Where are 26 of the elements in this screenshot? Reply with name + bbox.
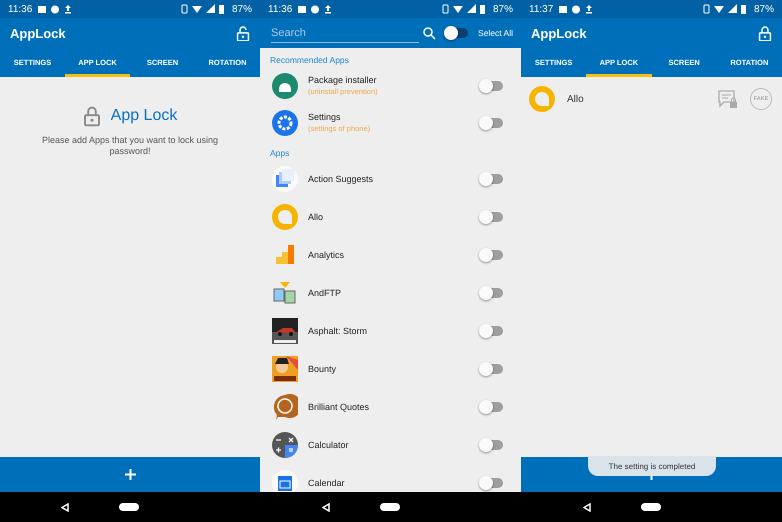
battery-percentage: 87% [754, 4, 774, 14]
status-time: 11:36 [8, 4, 32, 14]
status-time: 11:37 [529, 4, 554, 14]
battery-percentage: 87% [232, 4, 252, 14]
app-name: Settings [308, 112, 342, 122]
app-title: AppLock [531, 26, 588, 40]
app-name: Brilliant Quotes [308, 402, 370, 412]
empty-message: Please add Apps that you want to lock using password! [40, 134, 220, 158]
app-name: Allo [567, 94, 585, 104]
select-all-label: Select All [478, 28, 513, 38]
battery-percentage: 87% [492, 4, 513, 14]
app-name: Calculator [308, 440, 350, 450]
app-name: Calendar [308, 478, 346, 488]
app-name: Allo [308, 212, 324, 222]
status-time: 11:36 [268, 4, 292, 14]
section-header: Recommended Apps [269, 54, 350, 67]
setting-toast: The setting is completed [588, 456, 716, 476]
section-header: Apps [269, 147, 290, 160]
app-name: Asphalt: Storm [308, 326, 368, 336]
app-title: AppLock [10, 26, 67, 40]
app-name: Action Suggests [308, 174, 374, 184]
empty-heading: App Lock [110, 106, 178, 125]
app-name: Bounty [308, 364, 338, 374]
app-name: AndFTP [308, 288, 342, 298]
app-name: Package installer [308, 75, 378, 85]
app-name: Analytics [308, 250, 346, 260]
